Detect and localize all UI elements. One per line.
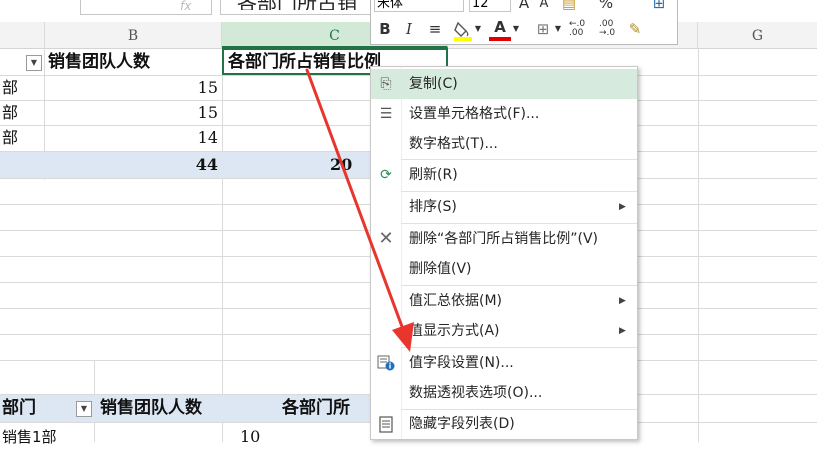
annotation-arrow [305, 68, 414, 352]
